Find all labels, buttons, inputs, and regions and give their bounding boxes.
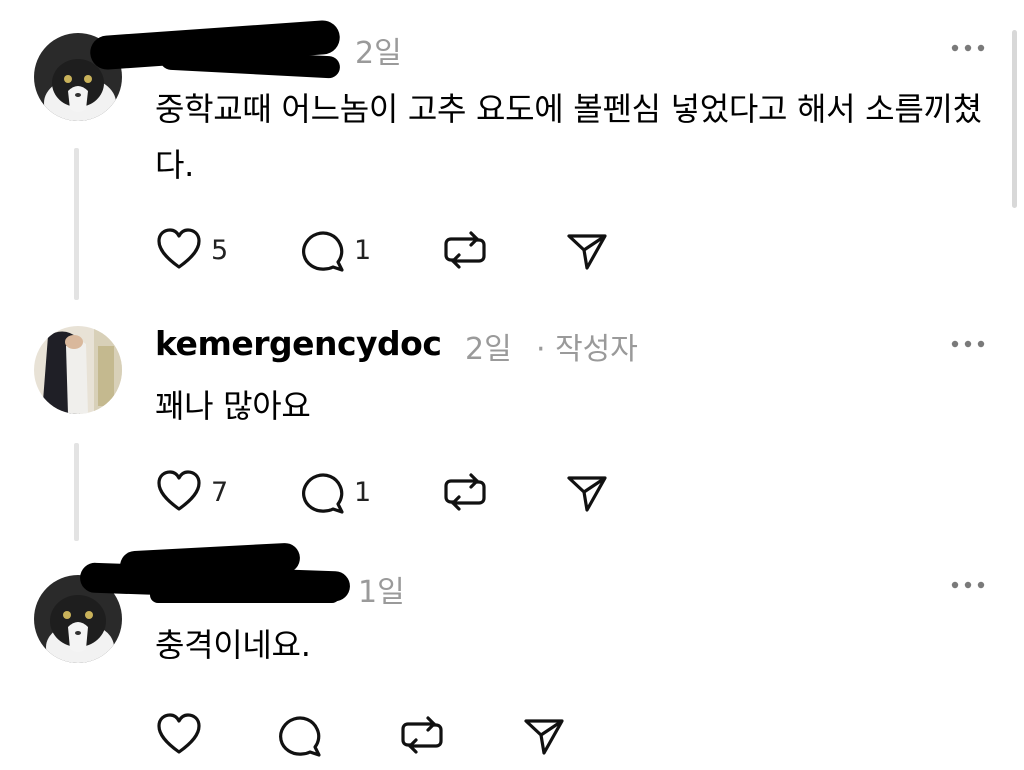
repost-button[interactable]: [441, 467, 489, 517]
comment-3: 1일 충격이네요.: [0, 542, 1024, 770]
action-bar: 7 1: [0, 467, 1024, 517]
comment-bubble-icon: [279, 716, 321, 757]
repost-button[interactable]: [441, 225, 489, 275]
scrollbar[interactable]: [1012, 30, 1017, 208]
send-icon: [567, 476, 607, 512]
share-button[interactable]: [565, 467, 609, 517]
comment-text: 꽤나 많아요: [155, 387, 311, 425]
timestamp: 2일: [355, 36, 402, 71]
avatar[interactable]: [34, 326, 122, 414]
reply-count: 1: [354, 476, 372, 508]
reply-button[interactable]: [275, 710, 331, 760]
share-button[interactable]: [565, 225, 609, 275]
reply-button[interactable]: 1: [298, 225, 371, 275]
send-icon: [567, 234, 607, 270]
reply-button[interactable]: 1: [298, 467, 371, 517]
action-bar: 5 1: [0, 225, 1024, 275]
like-button[interactable]: 5: [155, 225, 228, 275]
like-button[interactable]: [155, 710, 211, 760]
more-options-icon[interactable]: [948, 575, 988, 595]
like-button[interactable]: 7: [155, 467, 228, 517]
author-badge: · 작성자: [536, 332, 638, 367]
person-avatar-image: [34, 326, 122, 414]
heart-icon: [157, 470, 201, 511]
like-count: 5: [211, 234, 229, 266]
send-icon: [524, 719, 564, 755]
comment-text: 중학교때 어느놈이 고추 요도에 볼펜심 넣었다고 해서 소름끼쳤다.: [155, 90, 982, 184]
more-options-icon[interactable]: [948, 38, 988, 58]
comment-bubble-icon: [302, 473, 344, 514]
repost-icon: [444, 473, 486, 511]
reply-count: 1: [354, 234, 372, 266]
like-count: 7: [211, 476, 229, 508]
comment-2: kemergencydoc 2일 · 작성자 꽤나 많아요 7 1: [0, 300, 1024, 545]
comment-1: 2일 중학교때 어느놈이 고추 요도에 볼펜심 넣었다고 해서 소름끼쳤다. 5…: [0, 0, 1024, 300]
repost-icon: [444, 231, 486, 269]
thread-line: [74, 148, 79, 300]
repost-icon: [401, 716, 443, 754]
share-button[interactable]: [522, 710, 566, 760]
comment-bubble-icon: [302, 231, 344, 272]
action-bar: [0, 710, 1024, 760]
timestamp: 2일: [465, 332, 512, 367]
heart-icon: [157, 228, 201, 269]
redacted-username-stroke: [150, 587, 340, 603]
more-options-icon[interactable]: [948, 334, 988, 354]
username[interactable]: kemergencydoc: [155, 324, 442, 363]
comment-text: 충격이네요.: [155, 626, 311, 664]
timestamp: 1일: [358, 575, 405, 610]
repost-button[interactable]: [398, 710, 446, 760]
heart-icon: [157, 713, 201, 754]
